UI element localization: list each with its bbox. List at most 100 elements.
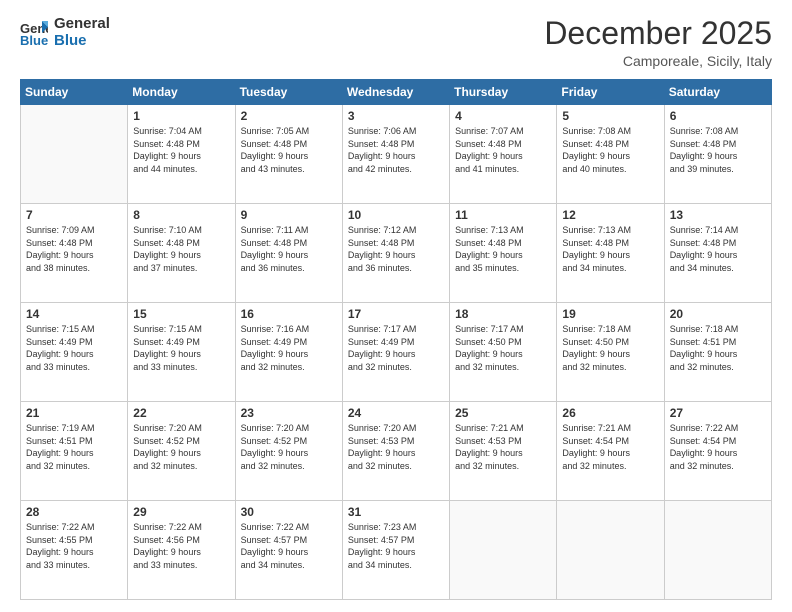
day-info: Sunrise: 7:14 AMSunset: 4:48 PMDaylight:… bbox=[670, 224, 766, 274]
day-number: 10 bbox=[348, 208, 444, 222]
day-number: 27 bbox=[670, 406, 766, 420]
title-block: December 2025 Camporeale, Sicily, Italy bbox=[544, 16, 772, 69]
calendar-cell: 10 Sunrise: 7:12 AMSunset: 4:48 PMDayligh… bbox=[342, 204, 449, 303]
calendar-cell: 24 Sunrise: 7:20 AMSunset: 4:53 PMDayligh… bbox=[342, 402, 449, 501]
day-number: 1 bbox=[133, 109, 229, 123]
calendar-cell: 26 Sunrise: 7:21 AMSunset: 4:54 PMDayligh… bbox=[557, 402, 664, 501]
calendar-cell: 2 Sunrise: 7:05 AMSunset: 4:48 PMDaylight… bbox=[235, 105, 342, 204]
day-info: Sunrise: 7:15 AMSunset: 4:49 PMDaylight:… bbox=[133, 323, 229, 373]
day-number: 18 bbox=[455, 307, 551, 321]
day-info: Sunrise: 7:21 AMSunset: 4:54 PMDaylight:… bbox=[562, 422, 658, 472]
day-info: Sunrise: 7:04 AMSunset: 4:48 PMDaylight:… bbox=[133, 125, 229, 175]
day-info: Sunrise: 7:05 AMSunset: 4:48 PMDaylight:… bbox=[241, 125, 337, 175]
location: Camporeale, Sicily, Italy bbox=[544, 53, 772, 69]
calendar-cell: 1 Sunrise: 7:04 AMSunset: 4:48 PMDaylight… bbox=[128, 105, 235, 204]
day-number: 3 bbox=[348, 109, 444, 123]
weekday-header-friday: Friday bbox=[557, 80, 664, 105]
calendar-cell: 17 Sunrise: 7:17 AMSunset: 4:49 PMDayligh… bbox=[342, 303, 449, 402]
calendar-cell: 18 Sunrise: 7:17 AMSunset: 4:50 PMDayligh… bbox=[450, 303, 557, 402]
weekday-header-tuesday: Tuesday bbox=[235, 80, 342, 105]
day-info: Sunrise: 7:11 AMSunset: 4:48 PMDaylight:… bbox=[241, 224, 337, 274]
calendar-cell: 3 Sunrise: 7:06 AMSunset: 4:48 PMDaylight… bbox=[342, 105, 449, 204]
day-info: Sunrise: 7:22 AMSunset: 4:57 PMDaylight:… bbox=[241, 521, 337, 571]
week-row-1: 1 Sunrise: 7:04 AMSunset: 4:48 PMDaylight… bbox=[21, 105, 772, 204]
calendar-cell: 30 Sunrise: 7:22 AMSunset: 4:57 PMDayligh… bbox=[235, 501, 342, 600]
week-row-2: 7Sunrise: 7:09 AMSunset: 4:48 PMDaylight… bbox=[21, 204, 772, 303]
weekday-header-wednesday: Wednesday bbox=[342, 80, 449, 105]
day-number: 20 bbox=[670, 307, 766, 321]
day-number: 7 bbox=[26, 208, 122, 222]
calendar-cell: 20 Sunrise: 7:18 AMSunset: 4:51 PMDayligh… bbox=[664, 303, 771, 402]
calendar-cell: 5 Sunrise: 7:08 AMSunset: 4:48 PMDaylight… bbox=[557, 105, 664, 204]
day-info: Sunrise: 7:07 AMSunset: 4:48 PMDaylight:… bbox=[455, 125, 551, 175]
calendar-cell bbox=[557, 501, 664, 600]
calendar-cell: 12 Sunrise: 7:13 AMSunset: 4:48 PMDayligh… bbox=[557, 204, 664, 303]
calendar-cell: 27 Sunrise: 7:22 AMSunset: 4:54 PMDayligh… bbox=[664, 402, 771, 501]
header: General Blue General Blue December 2025 … bbox=[20, 16, 772, 69]
day-info: Sunrise: 7:17 AMSunset: 4:50 PMDaylight:… bbox=[455, 323, 551, 373]
day-number: 6 bbox=[670, 109, 766, 123]
day-info: Sunrise: 7:06 AMSunset: 4:48 PMDaylight:… bbox=[348, 125, 444, 175]
calendar-cell: 28Sunrise: 7:22 AMSunset: 4:55 PMDayligh… bbox=[21, 501, 128, 600]
calendar-table: SundayMondayTuesdayWednesdayThursdayFrid… bbox=[20, 79, 772, 600]
day-info: Sunrise: 7:13 AMSunset: 4:48 PMDaylight:… bbox=[562, 224, 658, 274]
logo-line1: General bbox=[54, 16, 110, 33]
week-row-3: 14 Sunrise: 7:15 AMSunset: 4:49 PMDayligh… bbox=[21, 303, 772, 402]
day-info: Sunrise: 7:20 AMSunset: 4:52 PMDaylight:… bbox=[133, 422, 229, 472]
day-info: Sunrise: 7:13 AMSunset: 4:48 PMDaylight:… bbox=[455, 224, 551, 274]
calendar-cell: 19Sunrise: 7:18 AMSunset: 4:50 PMDayligh… bbox=[557, 303, 664, 402]
calendar-cell: 11 Sunrise: 7:13 AMSunset: 4:48 PMDayligh… bbox=[450, 204, 557, 303]
day-info: Sunrise: 7:21 AMSunset: 4:53 PMDaylight:… bbox=[455, 422, 551, 472]
day-info: Sunrise: 7:22 AMSunset: 4:56 PMDaylight:… bbox=[133, 521, 229, 571]
day-info: Sunrise: 7:10 AMSunset: 4:48 PMDaylight:… bbox=[133, 224, 229, 274]
day-number: 11 bbox=[455, 208, 551, 222]
day-info: Sunrise: 7:08 AMSunset: 4:48 PMDaylight:… bbox=[670, 125, 766, 175]
day-number: 30 bbox=[241, 505, 337, 519]
calendar-cell bbox=[21, 105, 128, 204]
day-number: 21 bbox=[26, 406, 122, 420]
svg-text:Blue: Blue bbox=[20, 33, 48, 47]
calendar-cell bbox=[664, 501, 771, 600]
day-number: 24 bbox=[348, 406, 444, 420]
day-info: Sunrise: 7:22 AMSunset: 4:54 PMDaylight:… bbox=[670, 422, 766, 472]
day-number: 9 bbox=[241, 208, 337, 222]
day-info: Sunrise: 7:19 AMSunset: 4:51 PMDaylight:… bbox=[26, 422, 122, 472]
calendar-cell bbox=[450, 501, 557, 600]
day-info: Sunrise: 7:20 AMSunset: 4:53 PMDaylight:… bbox=[348, 422, 444, 472]
day-info: Sunrise: 7:16 AMSunset: 4:49 PMDaylight:… bbox=[241, 323, 337, 373]
calendar-cell: 8 Sunrise: 7:10 AMSunset: 4:48 PMDaylight… bbox=[128, 204, 235, 303]
calendar-cell: 9 Sunrise: 7:11 AMSunset: 4:48 PMDaylight… bbox=[235, 204, 342, 303]
calendar-cell: 7Sunrise: 7:09 AMSunset: 4:48 PMDaylight… bbox=[21, 204, 128, 303]
logo-line2: Blue bbox=[54, 33, 110, 50]
calendar-cell: 25Sunrise: 7:21 AMSunset: 4:53 PMDayligh… bbox=[450, 402, 557, 501]
calendar-cell: 4 Sunrise: 7:07 AMSunset: 4:48 PMDaylight… bbox=[450, 105, 557, 204]
day-number: 12 bbox=[562, 208, 658, 222]
day-info: Sunrise: 7:17 AMSunset: 4:49 PMDaylight:… bbox=[348, 323, 444, 373]
calendar-cell: 23Sunrise: 7:20 AMSunset: 4:52 PMDayligh… bbox=[235, 402, 342, 501]
day-info: Sunrise: 7:20 AMSunset: 4:52 PMDaylight:… bbox=[241, 422, 337, 472]
calendar-cell: 16 Sunrise: 7:16 AMSunset: 4:49 PMDayligh… bbox=[235, 303, 342, 402]
day-info: Sunrise: 7:18 AMSunset: 4:50 PMDaylight:… bbox=[562, 323, 658, 373]
week-row-5: 28Sunrise: 7:22 AMSunset: 4:55 PMDayligh… bbox=[21, 501, 772, 600]
day-info: Sunrise: 7:18 AMSunset: 4:51 PMDaylight:… bbox=[670, 323, 766, 373]
day-number: 17 bbox=[348, 307, 444, 321]
calendar-cell: 22Sunrise: 7:20 AMSunset: 4:52 PMDayligh… bbox=[128, 402, 235, 501]
day-number: 14 bbox=[26, 307, 122, 321]
calendar-cell: 14Sunrise: 7:15 AMSunset: 4:49 PMDayligh… bbox=[21, 303, 128, 402]
day-number: 26 bbox=[562, 406, 658, 420]
day-number: 2 bbox=[241, 109, 337, 123]
day-info: Sunrise: 7:08 AMSunset: 4:48 PMDaylight:… bbox=[562, 125, 658, 175]
calendar-cell: 29Sunrise: 7:22 AMSunset: 4:56 PMDayligh… bbox=[128, 501, 235, 600]
day-number: 16 bbox=[241, 307, 337, 321]
day-number: 8 bbox=[133, 208, 229, 222]
day-info: Sunrise: 7:23 AMSunset: 4:57 PMDaylight:… bbox=[348, 521, 444, 571]
day-number: 15 bbox=[133, 307, 229, 321]
calendar-cell: 15 Sunrise: 7:15 AMSunset: 4:49 PMDayligh… bbox=[128, 303, 235, 402]
day-info: Sunrise: 7:12 AMSunset: 4:48 PMDaylight:… bbox=[348, 224, 444, 274]
day-number: 31 bbox=[348, 505, 444, 519]
week-row-4: 21 Sunrise: 7:19 AMSunset: 4:51 PMDayligh… bbox=[21, 402, 772, 501]
day-number: 5 bbox=[562, 109, 658, 123]
day-number: 4 bbox=[455, 109, 551, 123]
calendar-cell: 6 Sunrise: 7:08 AMSunset: 4:48 PMDaylight… bbox=[664, 105, 771, 204]
calendar-cell: 31 Sunrise: 7:23 AMSunset: 4:57 PMDayligh… bbox=[342, 501, 449, 600]
